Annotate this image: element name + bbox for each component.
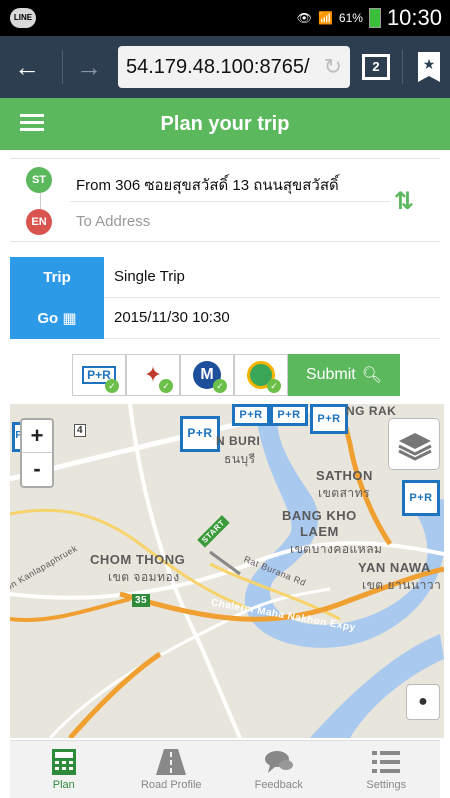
nav-label: Feedback	[254, 779, 303, 791]
tab-count-button[interactable]: 2	[362, 54, 390, 80]
url-text: 54.179.48.100:8765/	[126, 56, 310, 78]
swap-addresses-icon[interactable]: ⇅	[394, 187, 414, 216]
app-header: Plan your trip	[0, 98, 450, 150]
mode-bts-toggle[interactable]: ✦ ✓	[126, 354, 180, 396]
submit-label: Submit	[305, 366, 356, 383]
check-icon: ✓	[213, 379, 227, 393]
calculator-icon	[10, 747, 118, 777]
layers-icon	[398, 433, 432, 461]
battery-icon	[368, 8, 381, 28]
search-icon: 🔍︎	[361, 367, 383, 384]
list-icon	[333, 747, 441, 777]
nav-label: Plan	[52, 779, 75, 791]
page-title: Plan your trip	[160, 113, 290, 135]
address-divider	[70, 201, 390, 202]
zoom-in-button[interactable]: +	[22, 420, 52, 453]
map-label: LAEM	[300, 524, 339, 539]
map-label: CHOM THONG	[90, 552, 186, 567]
back-arrow-icon[interactable]: ←	[14, 54, 40, 80]
layers-button[interactable]	[388, 418, 440, 470]
route-shield: 4	[74, 424, 87, 437]
check-icon: ✓	[267, 379, 281, 393]
address-panel: ST EN From 306 ซอยสุขสวัสดิ์ 13 ถนนสุขสว…	[10, 158, 440, 242]
toolbar-divider	[402, 50, 403, 84]
park-and-ride-marker[interactable]: P+R	[270, 404, 308, 426]
nav-road-profile[interactable]: Road Profile	[118, 741, 226, 798]
submit-button[interactable]: Submit 🔍︎	[288, 354, 400, 396]
go-label-text: Go	[37, 310, 59, 327]
map-label: BANG KHO	[282, 508, 357, 523]
road-icon	[118, 747, 226, 777]
check-icon: ✓	[105, 379, 119, 393]
map-label: SATHON	[316, 468, 373, 483]
mode-airport-link-toggle[interactable]: ✓	[234, 354, 288, 396]
forward-arrow-icon[interactable]: →	[76, 54, 102, 80]
clock: 10:30	[386, 5, 442, 30]
park-and-ride-marker[interactable]: P+R	[232, 404, 270, 426]
trip-type-select[interactable]: Single Trip	[104, 257, 440, 298]
calendar-icon: ▦	[62, 310, 77, 327]
url-bar[interactable]: 54.179.48.100:8765/ ↻	[118, 46, 350, 88]
status-right: 👁 📶 61% 10:30	[297, 0, 442, 36]
reload-icon[interactable]: ↻	[324, 54, 342, 80]
eye-icon: 👁	[296, 11, 312, 25]
from-address-field[interactable]: From 306 ซอยสุขสวัสดิ์ 13 ถนนสุขสวัสดิ์	[76, 173, 339, 197]
map-label: เขตบางคอแหลม	[290, 542, 383, 556]
start-marker-icon: ST	[26, 167, 52, 193]
toolbar-divider	[62, 50, 63, 84]
departure-datetime-field[interactable]: 2015/11/30 10:30	[104, 298, 440, 339]
map-label: YAN NAWA	[358, 560, 431, 575]
end-marker-icon: EN	[26, 209, 52, 235]
map-label: N BURI	[216, 434, 261, 448]
route-connector	[40, 193, 41, 209]
park-and-ride-marker[interactable]: P+R	[310, 404, 348, 434]
browser-toolbar: ← → 54.179.48.100:8765/ ↻ 2 ★	[0, 36, 450, 98]
zoom-control: + -	[20, 418, 54, 488]
battery-percent: 61%	[338, 11, 363, 25]
mode-mrt-toggle[interactable]: M ✓	[180, 354, 234, 396]
map-label: ธนบุรี	[224, 452, 256, 466]
park-and-ride-marker[interactable]: P+R	[402, 480, 440, 516]
bottom-navigation: Plan Road Profile Feedback Settings	[10, 740, 440, 798]
nav-plan[interactable]: Plan	[10, 741, 118, 798]
mode-park-and-ride-toggle[interactable]: P+R ✓	[72, 354, 126, 396]
line-app-icon: LINE	[10, 8, 36, 28]
map-label: เขต จอมทอง	[108, 570, 180, 584]
zoom-out-button[interactable]: -	[22, 453, 52, 486]
nav-label: Settings	[366, 779, 407, 791]
route-shield: 35	[132, 594, 151, 607]
trip-label: Trip	[10, 257, 104, 298]
nav-label: Road Profile	[140, 779, 202, 791]
chat-bubble-icon	[225, 747, 333, 777]
map-label: เขตสาทร	[318, 486, 371, 500]
map-label: NG RAK	[346, 404, 397, 418]
location-pin-icon: ●	[418, 693, 428, 710]
nav-settings[interactable]: Settings	[333, 741, 441, 798]
locate-me-button[interactable]: ●	[406, 684, 440, 720]
wifi-icon: 📶	[317, 11, 333, 25]
check-icon: ✓	[159, 379, 173, 393]
status-bar: LINE 👁 📶 61% 10:30	[0, 0, 450, 36]
to-address-field[interactable]: To Address	[76, 213, 150, 230]
nav-feedback[interactable]: Feedback	[225, 741, 333, 798]
trip-options: Trip Single Trip Go ▦ 2015/11/30 10:30	[10, 257, 440, 339]
map-view[interactable]: P+R P+R P+R P+R P+R P+R NG RAK N BURI ธน…	[10, 404, 444, 738]
transit-mode-toolbar: P+R ✓ ✦ ✓ M ✓ ✓ Submit 🔍︎	[72, 354, 400, 396]
go-label: Go ▦	[10, 298, 104, 339]
map-label: เขต ยานนาวา	[362, 578, 442, 592]
park-and-ride-marker[interactable]: P+R	[180, 416, 220, 452]
bookmark-star-icon[interactable]: ★	[418, 52, 440, 82]
